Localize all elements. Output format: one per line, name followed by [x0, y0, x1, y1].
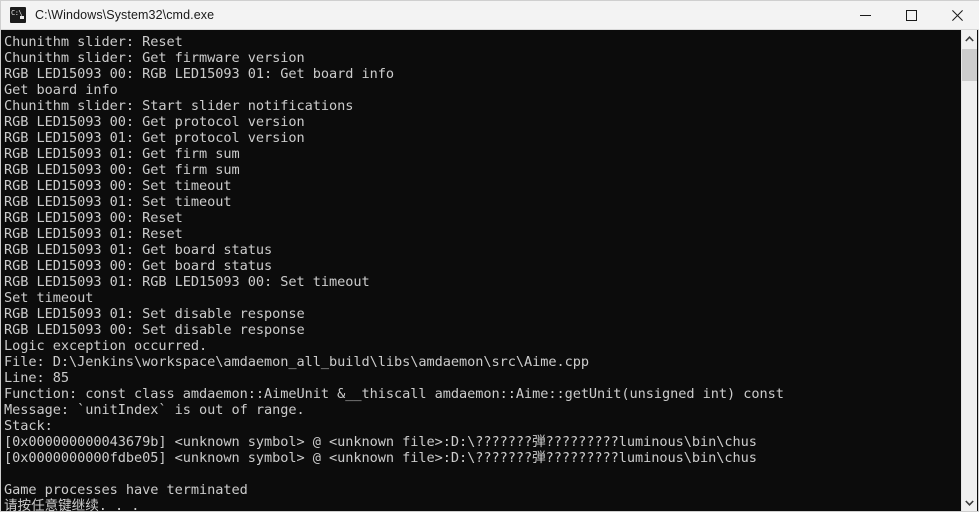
minimize-button[interactable] — [842, 1, 888, 29]
maximize-button[interactable] — [888, 1, 934, 29]
scrollbar-thumb[interactable] — [962, 49, 977, 81]
minimize-icon — [859, 14, 871, 16]
cmd-window: C:\ C:\Windows\System32\cmd.exe Chunithm… — [0, 0, 979, 512]
close-button[interactable] — [934, 1, 979, 29]
maximize-icon — [905, 9, 917, 21]
console-text: Chunithm slider: Reset Chunithm slider: … — [4, 34, 784, 511]
cmd-app-icon: C:\ — [10, 7, 26, 23]
console-output-area[interactable]: Chunithm slider: Reset Chunithm slider: … — [2, 30, 963, 511]
scrollbar-down-button[interactable] — [962, 494, 977, 511]
scrollbar-track[interactable] — [962, 47, 977, 494]
cmd-icon-cursor — [20, 16, 24, 19]
close-icon — [951, 9, 963, 21]
chevron-up-icon — [965, 35, 974, 42]
window-title: C:\Windows\System32\cmd.exe — [35, 8, 215, 22]
vertical-scrollbar[interactable] — [961, 30, 977, 511]
chevron-down-icon — [965, 499, 974, 506]
scrollbar-up-button[interactable] — [962, 30, 977, 47]
titlebar[interactable]: C:\ C:\Windows\System32\cmd.exe — [1, 1, 979, 30]
